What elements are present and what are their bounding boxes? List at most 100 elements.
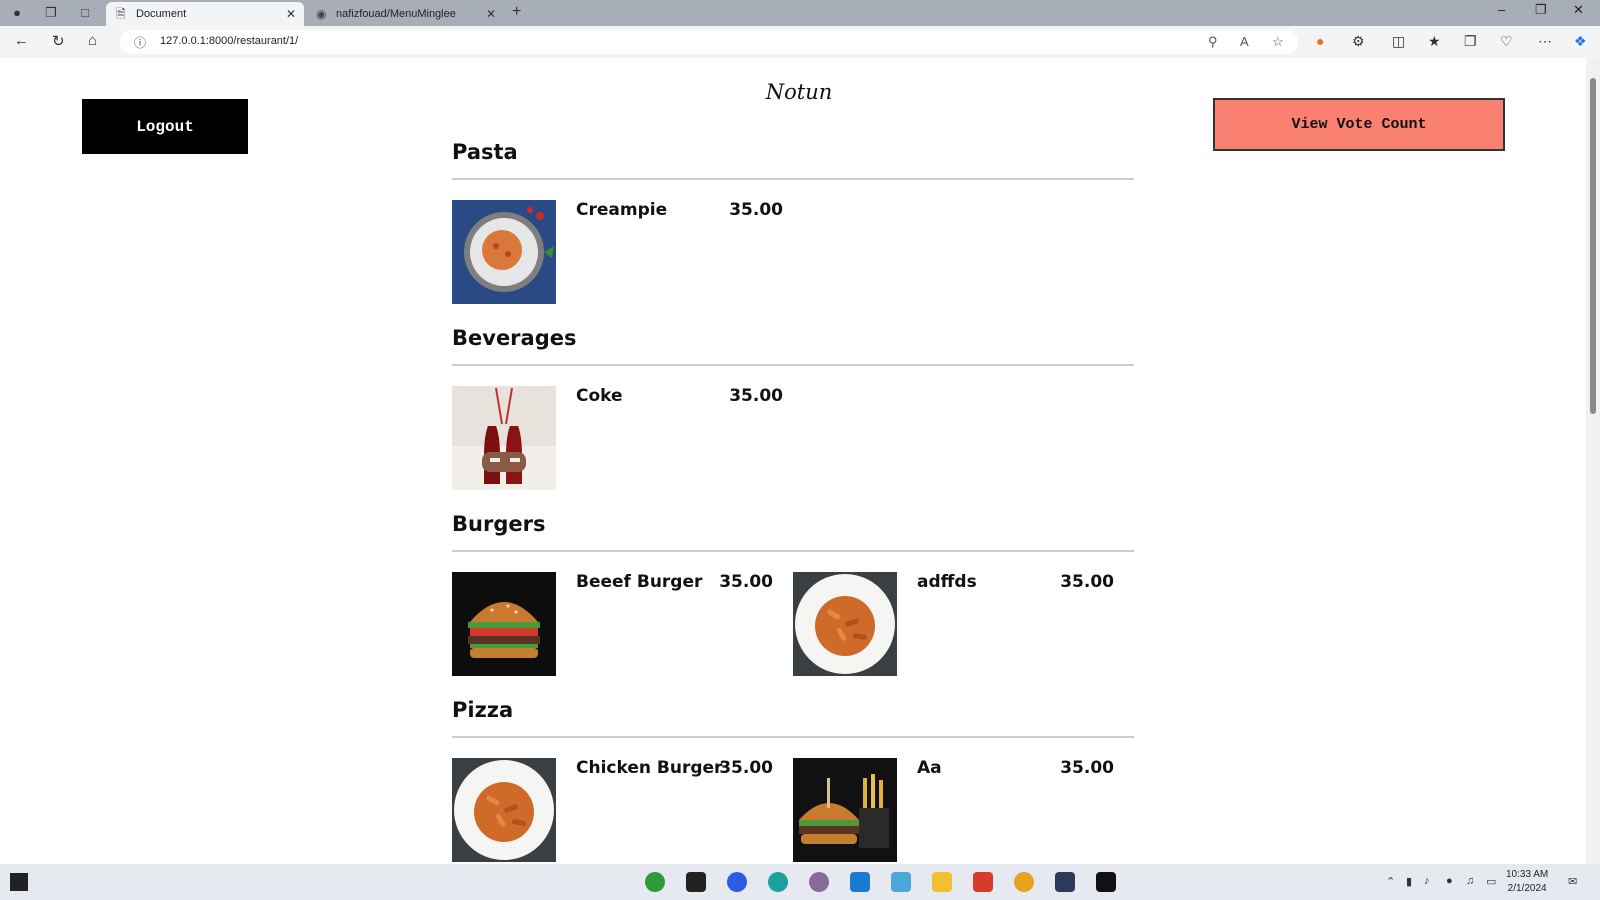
tree-app-icon[interactable] [645,872,665,892]
restore-icon[interactable]: ❐ [1535,2,1547,18]
collections-icon[interactable]: ❐ [1464,33,1477,50]
clock-time: 10:33 AM [1506,869,1549,880]
home-icon[interactable]: ⌂ [88,32,97,49]
category-title: Burgers [452,512,546,536]
item-name: adffds [917,572,977,592]
category-beverages: Beverages Coke 35.00 [452,322,1134,490]
item-name: Aa [917,758,942,778]
battery-icon[interactable]: ▭ [1486,875,1496,888]
burger-fries-image [793,758,897,862]
pasta-bowl-image [452,200,556,304]
category-pizza: Pizza Chicken Burger 35.00 Aa 35.00 [452,694,1134,862]
category-divider [452,178,1134,180]
document-icon: 🗎 [116,7,126,21]
notifications-icon[interactable]: ✉ [1568,875,1577,888]
reload-icon[interactable]: ↻ [52,32,65,50]
item-name: Chicken Burger [576,758,723,778]
site-info-icon[interactable]: ⓘ [134,34,146,51]
category-title: Beverages [452,326,577,350]
microsoft-store-icon[interactable] [973,872,993,892]
close-window-icon[interactable]: ✕ [1573,2,1584,18]
notepad-icon[interactable] [891,872,911,892]
logout-button[interactable]: Logout [82,99,248,154]
chevron-up-icon[interactable]: ⌃ [1386,875,1395,888]
page-scrollbar[interactable] [1586,58,1600,864]
extensions-icon[interactable]: ⚙ [1352,33,1365,50]
tab-github[interactable]: ◉ nafizfouad/MenuMinglee ✕ [306,2,504,26]
item-price: 35.00 [1060,572,1114,592]
close-tab-icon[interactable]: ✕ [286,2,296,26]
file-explorer-icon[interactable] [932,872,952,892]
browser-essentials-icon[interactable]: ♡ [1500,33,1513,50]
penne-plate-image [793,572,897,676]
more-options-icon[interactable]: ⋯ [1538,33,1552,50]
profile-icon[interactable]: ● [8,5,26,21]
menu-list: Pasta Creampie 35.00 Beverages Coke 35.0… [452,136,1134,864]
category-divider [452,364,1134,366]
page-viewport: Logout Notun View Vote Count Pasta Cream… [4,58,1586,864]
back-icon[interactable]: ← [14,32,29,49]
terminal-icon[interactable] [1096,872,1116,892]
copilot-icon[interactable]: ❖ [1574,33,1587,50]
clock[interactable]: 10:33 AM 2/1/2024 [1506,868,1548,896]
key-icon[interactable]: ⚲ [1208,34,1218,50]
item-name: Coke [576,386,623,406]
item-price: 35.00 [719,572,773,592]
favorites-icon[interactable]: ★ [1428,33,1441,50]
category-divider [452,736,1134,738]
favorite-star-icon[interactable]: ☆ [1272,34,1284,50]
windows-taskbar: ⌃ ▮ ♪ ● ♫ ▭ 10:33 AM 2/1/2024 ✉ [0,864,1600,900]
7zip-icon[interactable] [686,872,706,892]
menu-item[interactable]: Creampie 35.00 [452,200,803,304]
category-burgers: Burgers Beeef Burger 35.00 adffds 35.00 [452,508,1134,676]
tab-title: Document [136,8,187,20]
tab-document[interactable]: 🗎 Document ✕ [106,2,304,26]
menu-item[interactable]: Aa 35.00 [793,758,1134,862]
view-vote-count-button[interactable]: View Vote Count [1213,98,1505,151]
split-screen-icon[interactable]: ◫ [1392,33,1405,50]
usb-icon[interactable]: ▮ [1406,875,1412,888]
menu-item[interactable]: Coke 35.00 [452,386,803,490]
category-divider [452,550,1134,552]
tab-title: nafizfouad/MenuMinglee [336,8,456,20]
extension-icon[interactable]: ● [1316,33,1324,49]
browser-tab-strip: ● ❐ □ 🗎 Document ✕ ◉ nafizfouad/MenuMing… [0,0,1600,26]
wifi-icon[interactable]: ● [1446,875,1453,887]
chrome-icon[interactable] [1014,872,1034,892]
menu-item[interactable]: Beeef Burger 35.00 [452,572,793,676]
category-pasta: Pasta Creampie 35.00 [452,136,1134,304]
mysql-icon[interactable] [1055,872,1075,892]
browser-toolbar: ← ↻ ⌂ ⓘ 127.0.0.1:8000/restaurant/1/ ⚲ A… [0,26,1600,58]
penne-plate-image [452,758,556,862]
item-name: Creampie [576,200,668,220]
minimize-icon[interactable]: – [1498,2,1505,17]
close-tab-icon[interactable]: ✕ [486,2,496,26]
category-title: Pasta [452,140,518,164]
item-name: Beeef Burger [576,572,703,592]
app-icon[interactable] [809,872,829,892]
address-bar[interactable]: ⓘ 127.0.0.1:8000/restaurant/1/ ⚲ A ☆ [120,30,1298,54]
zoom-icon[interactable] [727,872,747,892]
scrollbar-thumb[interactable] [1590,78,1596,414]
coke-bottles-image [452,386,556,490]
item-price: 35.00 [729,386,783,406]
url-text[interactable]: 127.0.0.1:8000/restaurant/1/ [160,35,298,47]
windows-start-icon[interactable] [10,873,28,891]
workspaces-icon[interactable]: ❐ [42,5,60,21]
github-icon: ◉ [316,7,327,21]
edge-icon[interactable] [768,872,788,892]
clock-date: 2/1/2024 [1507,883,1547,894]
menu-item[interactable]: adffds 35.00 [793,572,1134,676]
restaurant-name: Notun [765,80,833,104]
read-aloud-icon[interactable]: A [1240,34,1249,49]
vscode-icon[interactable] [850,872,870,892]
item-price: 35.00 [729,200,783,220]
item-price: 35.00 [719,758,773,778]
tab-actions-icon[interactable]: □ [76,5,94,21]
item-price: 35.00 [1060,758,1114,778]
category-title: Pizza [452,698,514,722]
speaker-icon[interactable]: ♫ [1466,875,1474,887]
volume-icon[interactable]: ♪ [1424,875,1430,887]
new-tab-icon[interactable]: + [512,3,521,21]
menu-item[interactable]: Chicken Burger 35.00 [452,758,793,862]
